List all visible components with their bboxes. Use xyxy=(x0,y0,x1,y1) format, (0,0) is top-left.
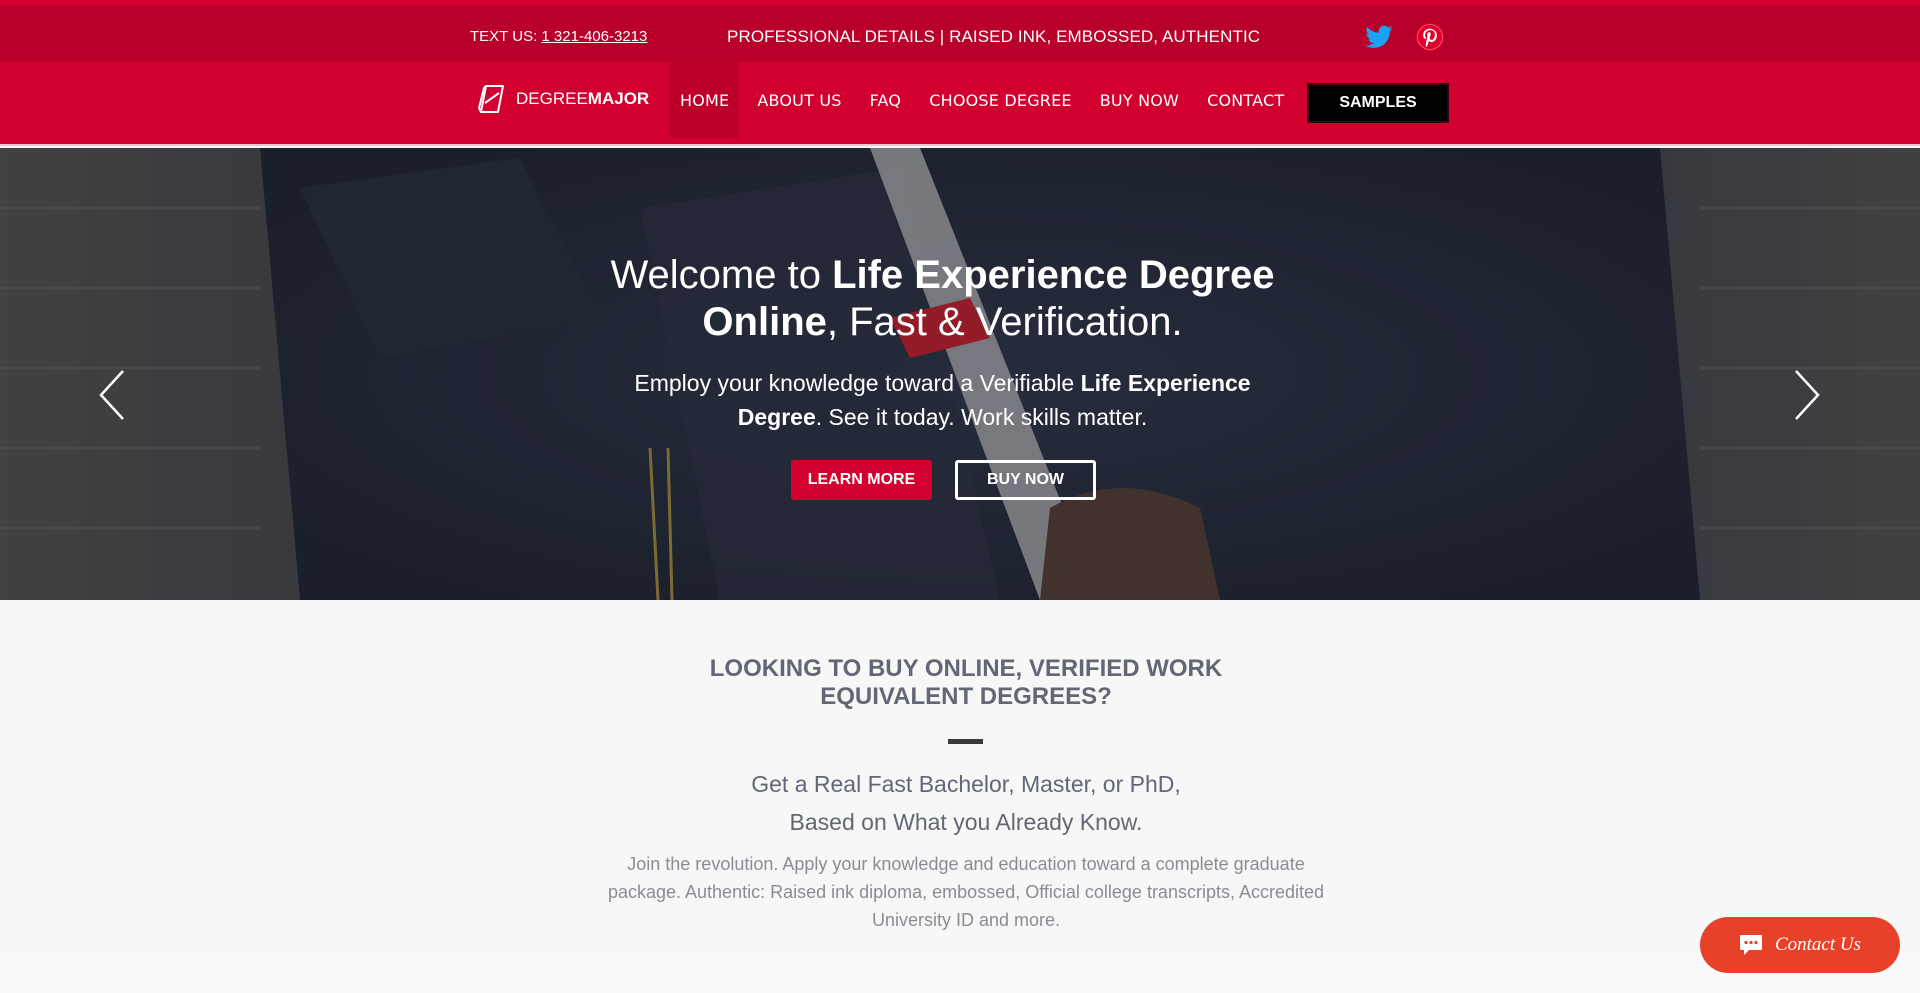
pinterest-icon[interactable] xyxy=(1415,22,1445,52)
logo-icon xyxy=(478,85,504,113)
hero-title: Welcome to Life Experience Degree Online… xyxy=(560,252,1325,346)
contact-us-label: Contact Us xyxy=(1774,934,1862,955)
logo[interactable]: DEGREE MAJOR xyxy=(476,82,649,116)
nav-about-us[interactable]: ABOUT US xyxy=(747,62,851,138)
hero-slider: Welcome to Life Experience Degree Online… xyxy=(0,148,1920,600)
main-nav: HOME ABOUT US FAQ CHOOSE DEGREE BUY NOW … xyxy=(670,62,1294,146)
intro-section: LOOKING TO BUY ONLINE, VERIFIED WORK EQU… xyxy=(0,600,1920,952)
hero-sub-part-3: . See it today. Work skills matter. xyxy=(815,404,1148,430)
section-subheading: Get a Real Fast Bachelor, Master, or PhD… xyxy=(560,765,1372,841)
footer-strip xyxy=(0,952,1920,993)
nav-home[interactable]: HOME xyxy=(670,62,740,138)
hero-title-part-3: , Fast & Verification. xyxy=(826,300,1183,344)
samples-button[interactable]: SAMPLES xyxy=(1307,83,1449,123)
nav-contact[interactable]: CONTACT xyxy=(1197,62,1294,138)
nav-buy-now[interactable]: BUY NOW xyxy=(1090,62,1189,138)
section-subheading-line-2: Based on What you Already Know. xyxy=(789,809,1143,835)
tagline: PROFESSIONAL DETAILS | RAISED INK, EMBOS… xyxy=(727,27,1261,46)
hero-subtitle: Employ your knowledge toward a Verifiabl… xyxy=(600,366,1285,434)
chevron-left-icon[interactable] xyxy=(97,368,127,422)
text-us: TEXT US: 1 321-406-3213 xyxy=(470,28,647,45)
learn-more-button[interactable]: LEARN MORE xyxy=(791,460,932,500)
section-heading: LOOKING TO BUY ONLINE, VERIFIED WORK EQU… xyxy=(709,655,1223,710)
buy-now-button[interactable]: BUY NOW xyxy=(955,460,1096,500)
chevron-right-icon[interactable] xyxy=(1792,368,1822,422)
text-us-label: TEXT US: xyxy=(470,28,538,45)
nav-faq[interactable]: FAQ xyxy=(860,62,912,138)
logo-text-major: MAJOR xyxy=(587,89,650,108)
section-subheading-line-1: Get a Real Fast Bachelor, Master, or PhD… xyxy=(751,771,1181,797)
chat-icon xyxy=(1739,935,1762,955)
heading-divider xyxy=(948,739,983,744)
twitter-icon[interactable] xyxy=(1364,22,1394,52)
logo-text-degree: DEGREE xyxy=(516,89,588,108)
nav-choose-degree[interactable]: CHOOSE DEGREE xyxy=(919,62,1082,138)
nav-bar: DEGREE MAJOR HOME ABOUT US FAQ CHOOSE DEG… xyxy=(0,62,1920,146)
top-bar: TEXT US: 1 321-406-3213 PROFESSIONAL DET… xyxy=(0,0,1920,62)
hero-title-part-1: Welcome to xyxy=(610,253,833,297)
section-body: Join the revolution. Apply your knowledg… xyxy=(607,854,1325,930)
hero-sub-part-1: Employ your knowledge toward a Verifiabl… xyxy=(634,370,1081,396)
contact-us-widget[interactable]: Contact Us xyxy=(1700,917,1900,973)
phone-link[interactable]: 1 321-406-3213 xyxy=(541,28,647,45)
